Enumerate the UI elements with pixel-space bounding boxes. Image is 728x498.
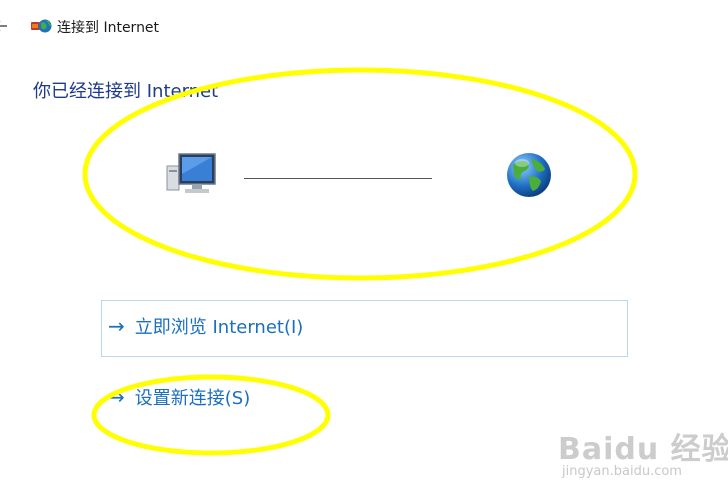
browse-internet-link[interactable]: → 立即浏览 Internet(I) — [108, 313, 303, 339]
setup-new-connection-link[interactable]: → 设置新连接(S) — [108, 384, 250, 410]
globe-icon — [505, 151, 553, 199]
back-arrow-icon[interactable] — [0, 18, 8, 32]
right-arrow-icon: → — [108, 314, 125, 338]
computer-icon — [165, 152, 219, 198]
right-arrow-icon: → — [108, 385, 125, 409]
browse-internet-label: 立即浏览 Internet(I) — [134, 317, 304, 338]
title-bar: 连接到 Internet — [0, 10, 728, 42]
window-title: 连接到 Internet — [57, 20, 160, 36]
setup-new-connection-label: 设置新连接(S) — [134, 388, 251, 409]
page-heading: 你已经连接到 Internet — [33, 81, 219, 102]
baidu-watermark: Baidu 经验 jingyan.baidu.com — [558, 420, 728, 490]
connection-line — [244, 178, 432, 179]
network-globe-icon — [30, 16, 52, 36]
connect-to-internet-window: 连接到 Internet 你已经连接到 Internet → 立即浏览 Inte… — [0, 0, 728, 498]
watermark-main: Baidu 经验 — [558, 432, 728, 467]
watermark-sub: jingyan.baidu.com — [562, 464, 682, 479]
